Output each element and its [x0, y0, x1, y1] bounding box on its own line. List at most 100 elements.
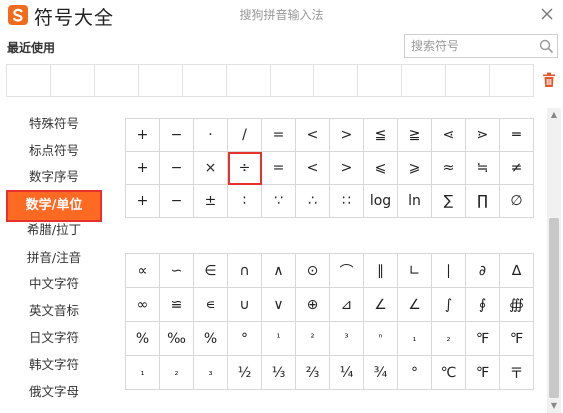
symbol-cell[interactable]: ∶	[227, 184, 262, 218]
symbol-cell[interactable]: ⊿	[329, 287, 364, 322]
category-russian-letters[interactable]: 俄文字母	[6, 380, 102, 404]
symbol-cell[interactable]: ∴	[295, 184, 330, 218]
category-number-ordinals[interactable]: 数字序号	[6, 165, 102, 189]
symbol-cell[interactable]: ∮	[465, 287, 500, 322]
symbol-cell[interactable]: ∏	[465, 184, 500, 218]
symbol-cell[interactable]: >	[329, 151, 364, 185]
symbol-cell[interactable]: ∠	[397, 287, 432, 322]
symbol-cell[interactable]: ≒	[465, 151, 500, 185]
symbol-cell[interactable]: ‰	[159, 321, 194, 356]
recent-slot[interactable]	[490, 65, 533, 96]
symbol-cell[interactable]: =	[261, 118, 296, 152]
symbol-cell[interactable]: log	[363, 184, 398, 218]
symbol-cell[interactable]: ⋖	[431, 118, 466, 152]
symbol-cell[interactable]: +	[125, 184, 160, 218]
symbol-cell[interactable]: ₃	[193, 355, 228, 390]
symbol-cell[interactable]: ½	[227, 355, 262, 390]
symbol-cell[interactable]: ∆	[499, 253, 534, 288]
recent-slot[interactable]	[7, 65, 51, 96]
symbol-cell[interactable]: ⩽	[363, 151, 398, 185]
symbol-cell[interactable]: ÷	[227, 151, 262, 185]
scroll-down-icon[interactable]: ▼	[547, 399, 561, 413]
recent-slot[interactable]	[227, 65, 271, 96]
symbol-cell[interactable]: ∽	[159, 253, 194, 288]
close-icon[interactable]	[540, 7, 554, 21]
symbol-cell[interactable]: <	[295, 151, 330, 185]
recent-slot[interactable]	[314, 65, 359, 96]
symbol-cell[interactable]: ∣	[431, 253, 466, 288]
category-greek-latin[interactable]: 希腊/拉丁	[6, 218, 102, 242]
symbol-cell[interactable]: /	[227, 118, 262, 152]
symbol-cell[interactable]: ⁿ	[363, 321, 398, 356]
symbol-cell[interactable]: +	[125, 118, 160, 152]
category-english-phonetics[interactable]: 英文音标	[6, 299, 102, 323]
scroll-thumb[interactable]	[549, 218, 559, 398]
symbol-cell[interactable]: ₁	[397, 321, 432, 356]
scrollbar[interactable]: ▲ ▼	[547, 108, 561, 413]
symbol-cell[interactable]: ∝	[125, 253, 160, 288]
symbol-cell[interactable]: ℃	[431, 355, 466, 390]
symbol-cell[interactable]: ℉	[465, 321, 500, 356]
symbol-cell[interactable]: ∥	[363, 253, 398, 288]
symbol-cell[interactable]: ∈	[193, 253, 228, 288]
symbol-cell[interactable]: ¼	[329, 355, 364, 390]
symbol-cell[interactable]: ²	[295, 321, 330, 356]
symbol-cell[interactable]: ∠	[363, 287, 398, 322]
symbol-cell[interactable]: ₂	[159, 355, 194, 390]
recent-slot[interactable]	[271, 65, 315, 96]
symbol-cell[interactable]: °	[397, 355, 432, 390]
symbol-cell[interactable]: ₂	[431, 321, 466, 356]
symbol-cell[interactable]: <	[295, 118, 330, 152]
scroll-up-icon[interactable]: ▲	[547, 108, 561, 122]
symbol-cell[interactable]: %	[125, 321, 160, 356]
symbol-cell[interactable]: ⌒	[329, 253, 364, 288]
symbol-cell[interactable]: ∨	[261, 287, 296, 322]
category-korean-chars[interactable]: 韩文字符	[6, 353, 102, 377]
symbol-cell[interactable]: ³	[329, 321, 364, 356]
symbol-cell[interactable]: ∧	[261, 253, 296, 288]
recent-slot[interactable]	[402, 65, 447, 96]
symbol-cell[interactable]: −	[159, 184, 194, 218]
symbol-cell[interactable]: ⊕	[295, 287, 330, 322]
symbol-cell[interactable]: ∞	[125, 287, 160, 322]
symbol-cell[interactable]: ∵	[261, 184, 296, 218]
symbol-cell[interactable]: ⅔	[295, 355, 330, 390]
symbol-cell[interactable]: ℉	[465, 355, 500, 390]
symbol-cell[interactable]: ∊	[193, 287, 228, 322]
symbol-cell[interactable]: ⋗	[465, 118, 500, 152]
category-special-symbols[interactable]: 特殊符号	[6, 112, 102, 136]
symbol-cell[interactable]: ∑	[431, 184, 466, 218]
search-box[interactable]	[404, 34, 558, 58]
symbol-cell[interactable]: ∅	[499, 184, 534, 218]
symbol-cell[interactable]: ⩾	[397, 151, 432, 185]
symbol-cell[interactable]: ·	[193, 118, 228, 152]
recent-slot[interactable]	[183, 65, 227, 96]
symbol-cell[interactable]: −	[159, 118, 194, 152]
search-input[interactable]	[405, 35, 535, 57]
symbol-cell[interactable]: 〒	[499, 355, 534, 390]
symbol-cell[interactable]: ∂	[465, 253, 500, 288]
symbol-cell[interactable]: ×	[193, 151, 228, 185]
symbol-cell[interactable]: °	[227, 321, 262, 356]
trash-icon[interactable]	[542, 72, 556, 88]
symbol-cell[interactable]: >	[329, 118, 364, 152]
symbol-cell[interactable]: ∰	[499, 287, 534, 322]
symbol-cell[interactable]: ≦	[363, 118, 398, 152]
category-punctuation[interactable]: 标点符号	[6, 139, 102, 163]
recent-slot[interactable]	[51, 65, 95, 96]
symbol-cell[interactable]: ∪	[227, 287, 262, 322]
recent-slot[interactable]	[358, 65, 403, 96]
symbol-cell[interactable]: %	[193, 321, 228, 356]
search-icon[interactable]	[539, 39, 554, 54]
symbol-cell[interactable]: ⅓	[261, 355, 296, 390]
symbol-cell[interactable]: ∷	[329, 184, 364, 218]
category-pinyin-zhuyin[interactable]: 拼音/注音	[6, 246, 102, 270]
symbol-cell[interactable]: ±	[193, 184, 228, 218]
recent-slot[interactable]	[139, 65, 183, 96]
symbol-cell[interactable]: −	[159, 151, 194, 185]
symbol-cell[interactable]: ¾	[363, 355, 398, 390]
symbol-cell[interactable]: =	[261, 151, 296, 185]
symbol-cell[interactable]: ℉	[499, 321, 534, 356]
category-chinese-chars[interactable]: 中文字符	[6, 272, 102, 296]
symbol-cell[interactable]: ≌	[159, 287, 194, 322]
